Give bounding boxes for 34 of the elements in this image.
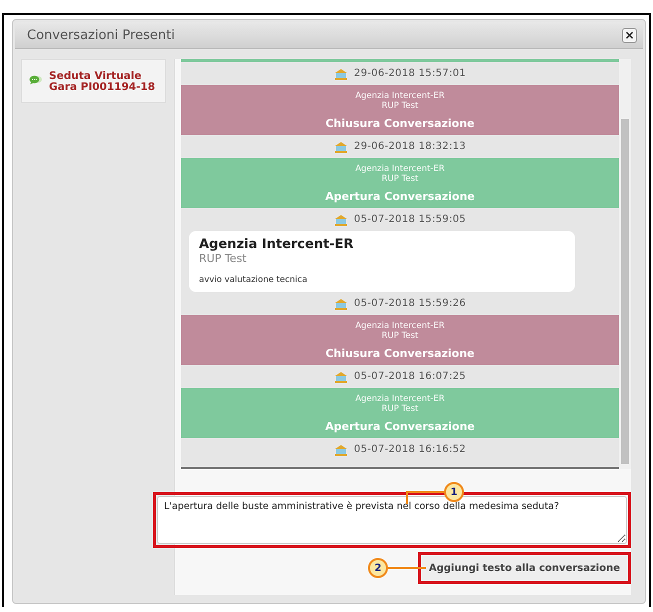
building-icon <box>334 68 348 80</box>
sender-name: Agenzia Intercent-ER <box>355 91 445 101</box>
timestamp: 05-07-2018 16:07:25 <box>354 371 466 382</box>
sender-role: RUP Test <box>382 101 418 111</box>
sender-name: Agenzia Intercent-ER <box>355 394 445 404</box>
timestamp: 29-06-2018 15:57:01 <box>354 68 466 79</box>
building-icon <box>334 140 348 152</box>
event-title: Apertura Conversazione <box>325 420 475 433</box>
building-icon <box>334 298 348 310</box>
scrollbar[interactable] <box>619 59 631 469</box>
sender-name: Agenzia Intercent-ER <box>355 321 445 331</box>
sender-role: RUP Test <box>382 174 418 184</box>
message-text: avvio valutazione tecnica <box>199 275 308 285</box>
building-icon <box>334 444 348 456</box>
timestamp: 05-07-2018 16:16:52 <box>354 444 466 455</box>
conversation-title: Seduta Virtuale Gara PI001194-18 <box>49 71 156 93</box>
add-text-button[interactable]: Aggiungi testo alla conversazione <box>418 552 631 584</box>
dialog-title: Conversazioni Presenti <box>27 28 175 42</box>
leader-line <box>386 567 426 569</box>
close-button[interactable]: × <box>622 28 637 42</box>
sender-name: Agenzia Intercent-ER <box>199 237 355 252</box>
event-title: Chiusura Conversazione <box>325 347 475 360</box>
timestamp: 05-07-2018 15:59:26 <box>354 298 466 309</box>
conversation-item[interactable]: Seduta Virtuale Gara PI001194-18 <box>21 59 166 103</box>
timestamp: 29-06-2018 18:32:13 <box>354 141 466 152</box>
sender-name: Agenzia Intercent-ER <box>355 164 445 174</box>
event-title: Chiusura Conversazione <box>325 117 475 130</box>
timestamp: 05-07-2018 15:59:05 <box>354 214 466 225</box>
sender-role: RUP Test <box>382 404 418 414</box>
sender-role: RUP Test <box>382 331 418 341</box>
event-title: Apertura Conversazione <box>325 190 475 203</box>
sender-role: RUP Test <box>199 252 248 265</box>
building-icon <box>334 214 348 226</box>
building-icon <box>334 370 348 382</box>
